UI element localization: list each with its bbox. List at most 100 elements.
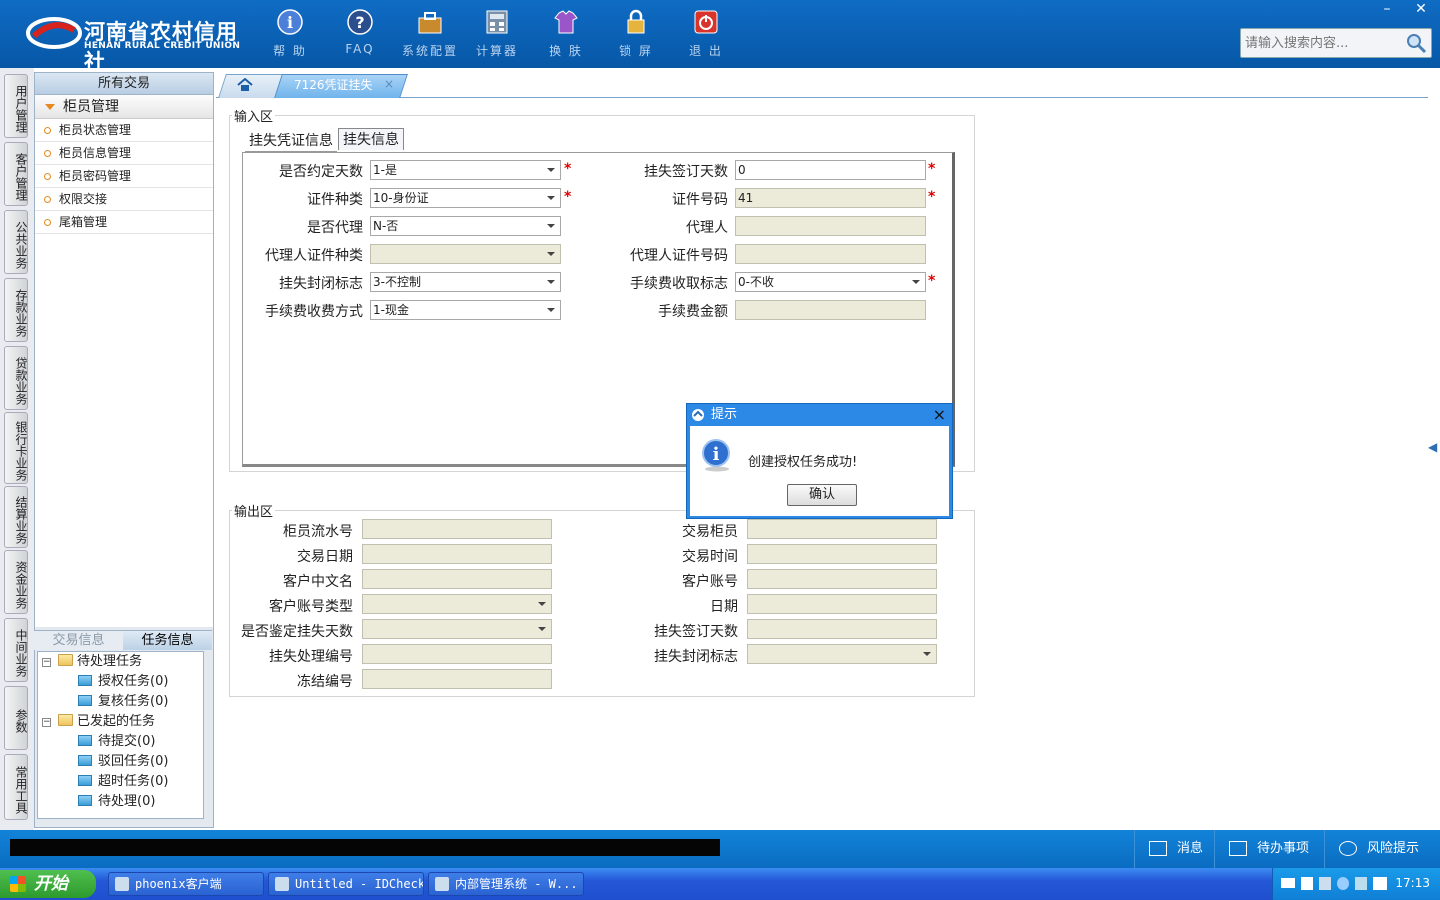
envelope-icon bbox=[1149, 841, 1167, 856]
output-field[interactable] bbox=[747, 594, 937, 614]
collapse-icon[interactable]: − bbox=[42, 658, 51, 667]
search-box bbox=[1240, 28, 1432, 58]
required-marker: * bbox=[928, 161, 936, 177]
collapse-right-icon[interactable]: ◀ bbox=[1428, 440, 1437, 454]
tree-node-timeout[interactable]: 超时任务(0) bbox=[78, 772, 168, 792]
home-icon[interactable] bbox=[237, 78, 253, 92]
select-field[interactable]: 1-是 bbox=[370, 160, 561, 180]
output-area-legend: 输出区 bbox=[234, 505, 274, 520]
sidebar-item-teller-password[interactable]: 柜员密码管理 bbox=[35, 165, 213, 188]
select-field[interactable]: N-否 bbox=[370, 216, 561, 236]
system-config-button[interactable]: 系统配置 bbox=[400, 8, 460, 62]
module-tab-fund[interactable]: 资金业务 bbox=[4, 550, 28, 614]
help-tray-icon[interactable] bbox=[1301, 877, 1313, 890]
select-field[interactable]: 10-身份证 bbox=[370, 188, 561, 208]
module-tab-settlement[interactable]: 结算业务 bbox=[4, 486, 28, 548]
help-button[interactable]: i 帮 助 bbox=[260, 8, 320, 62]
tab-title[interactable]: 7126凭证挂失 bbox=[294, 76, 373, 93]
module-tab-params[interactable]: 参数 bbox=[4, 686, 28, 750]
tab-task-info[interactable]: 任务信息 bbox=[123, 631, 212, 650]
output-field[interactable] bbox=[747, 569, 937, 589]
tree-node-pending[interactable]: 待处理任务 bbox=[58, 652, 142, 672]
output-label: 日期 bbox=[710, 599, 738, 615]
dialog-ok-button[interactable]: 确认 bbox=[787, 484, 857, 506]
module-tab-public[interactable]: 公共业务 bbox=[4, 210, 28, 274]
folder-icon bbox=[58, 654, 73, 666]
text-field[interactable]: 41 bbox=[735, 188, 926, 208]
network-icon[interactable] bbox=[1319, 877, 1331, 890]
module-tab-user[interactable]: 用户管理 bbox=[4, 74, 28, 138]
output-field[interactable] bbox=[362, 669, 552, 689]
window-controls: – ✕ bbox=[1370, 0, 1440, 20]
search-input[interactable] bbox=[1241, 29, 1401, 57]
sidebar-item-tail-box[interactable]: 尾箱管理 bbox=[35, 211, 213, 234]
tree-node-auth-tasks[interactable]: 授权任务(0) bbox=[78, 672, 168, 692]
close-window-icon[interactable]: ✕ bbox=[1404, 0, 1438, 18]
output-field[interactable] bbox=[362, 594, 552, 614]
risk-alert-button[interactable]: 风险提示 bbox=[1324, 830, 1440, 868]
search-icon[interactable] bbox=[1405, 32, 1427, 54]
minimize-icon[interactable]: – bbox=[1370, 0, 1404, 18]
module-tab-customer[interactable]: 客户管理 bbox=[4, 142, 28, 206]
exit-button[interactable]: 退 出 bbox=[676, 8, 736, 62]
tab-transaction-info[interactable]: 交易信息 bbox=[34, 631, 123, 650]
select-field[interactable]: 1-现金 bbox=[370, 300, 561, 320]
dialog-body: i 创建授权任务成功! 确认 bbox=[690, 426, 949, 516]
tree-node-to-process[interactable]: 待处理(0) bbox=[78, 792, 155, 812]
module-tab-deposit[interactable]: 存款业务 bbox=[4, 278, 28, 342]
sidebar-group-teller[interactable]: 柜员管理 bbox=[35, 95, 213, 119]
faq-button[interactable]: ? FAQ bbox=[330, 8, 390, 62]
sidebar-header[interactable]: 所有交易 bbox=[35, 73, 213, 95]
tree-node-rejected[interactable]: 驳回任务(0) bbox=[78, 752, 168, 772]
taskbar-item-phoenix[interactable]: phoenix客户端 bbox=[108, 872, 264, 896]
output-field[interactable] bbox=[362, 619, 552, 639]
tab-close-icon[interactable]: × bbox=[384, 77, 394, 91]
taskbar-item-idcheck[interactable]: Untitled - IDCheck bbox=[268, 872, 424, 896]
tree-node-initiated[interactable]: 已发起的任务 bbox=[58, 712, 155, 732]
tree-node-to-submit[interactable]: 待提交(0) bbox=[78, 732, 155, 752]
select-field[interactable]: 3-不控制 bbox=[370, 272, 561, 292]
messages-button[interactable]: 消息 bbox=[1134, 830, 1214, 868]
output-field[interactable] bbox=[362, 519, 552, 539]
output-label: 交易日期 bbox=[297, 549, 353, 565]
calculator-button[interactable]: 计算器 bbox=[467, 8, 527, 62]
start-button[interactable]: 开始 bbox=[0, 870, 96, 898]
module-tab-tools[interactable]: 常用工具 bbox=[4, 754, 28, 820]
output-field[interactable] bbox=[747, 544, 937, 564]
change-skin-button[interactable]: 换 肤 bbox=[536, 8, 596, 62]
module-tab-bankcard[interactable]: 银行卡业务 bbox=[4, 412, 28, 484]
tray-arrow-icon[interactable] bbox=[1337, 877, 1349, 890]
keyboard-icon[interactable] bbox=[1281, 878, 1295, 888]
tray-v-icon[interactable] bbox=[1373, 877, 1387, 890]
tree-node-review-tasks[interactable]: 复核任务(0) bbox=[78, 692, 168, 712]
output-field[interactable] bbox=[362, 569, 552, 589]
field-label: 是否约定天数 bbox=[279, 164, 363, 180]
field-label: 手续费收取标志 bbox=[630, 276, 728, 292]
taskbar-item-internal-system[interactable]: 内部管理系统 - W... bbox=[428, 872, 584, 896]
sidebar-item-permission-handover[interactable]: 权限交接 bbox=[35, 188, 213, 211]
dialog-close-icon[interactable]: × bbox=[933, 404, 946, 426]
text-field[interactable] bbox=[735, 216, 926, 236]
output-field[interactable] bbox=[747, 519, 937, 539]
module-tab-loan[interactable]: 贷款业务 bbox=[4, 346, 28, 410]
text-field[interactable] bbox=[735, 244, 926, 264]
tray-app-icon[interactable] bbox=[1355, 877, 1367, 890]
tab-loss-voucher-info[interactable]: 挂失凭证信息 bbox=[245, 130, 337, 152]
select-field[interactable] bbox=[370, 244, 561, 264]
text-field[interactable] bbox=[735, 300, 926, 320]
tab-loss-info[interactable]: 挂失信息 bbox=[338, 128, 404, 150]
output-field[interactable] bbox=[362, 644, 552, 664]
checkbox-icon bbox=[1229, 841, 1247, 856]
output-field[interactable] bbox=[747, 619, 937, 639]
sidebar-item-teller-info[interactable]: 柜员信息管理 bbox=[35, 142, 213, 165]
collapse-icon[interactable]: − bbox=[42, 718, 51, 727]
sidebar-item-teller-status[interactable]: 柜员状态管理 bbox=[35, 119, 213, 142]
module-tab-intermediary[interactable]: 中间业务 bbox=[4, 618, 28, 682]
todo-button[interactable]: 待办事项 bbox=[1214, 830, 1324, 868]
output-field[interactable] bbox=[362, 544, 552, 564]
select-field[interactable]: 0-不收 bbox=[735, 272, 926, 292]
output-field[interactable] bbox=[747, 644, 937, 664]
lock-screen-button[interactable]: 锁 屏 bbox=[606, 8, 666, 62]
text-field[interactable]: 0 bbox=[735, 160, 926, 180]
field-label: 证件种类 bbox=[307, 192, 363, 208]
